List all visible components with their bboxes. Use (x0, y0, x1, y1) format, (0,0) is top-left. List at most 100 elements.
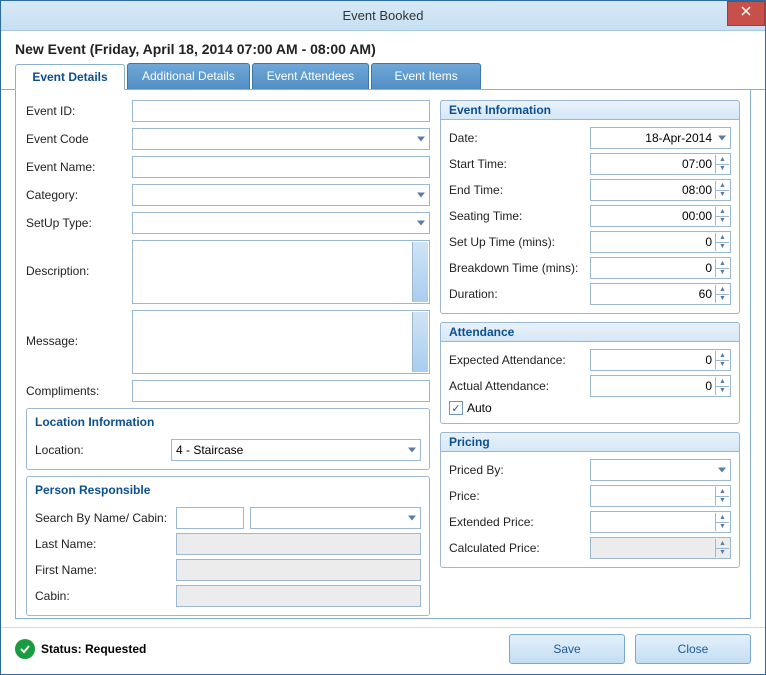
seating-time-spin[interactable]: 00:00▲▼ (590, 205, 731, 227)
end-time-label: End Time: (449, 183, 584, 197)
last-name-input (176, 533, 421, 555)
event-code-combo[interactable] (132, 128, 430, 150)
priced-by-label: Priced By: (449, 463, 584, 477)
actual-attendance-spin[interactable]: 0▲▼ (590, 375, 731, 397)
save-button[interactable]: Save (509, 634, 625, 664)
attendance-group: Attendance Expected Attendance:0▲▼ Actua… (440, 322, 740, 424)
setup-time-spin[interactable]: 0▲▼ (590, 231, 731, 253)
tab-additional-details[interactable]: Additional Details (127, 63, 250, 89)
scrollbar[interactable] (412, 312, 428, 372)
actual-value: 0 (705, 379, 712, 393)
expected-value: 0 (705, 353, 712, 367)
spin-down-icon[interactable]: ▼ (715, 217, 729, 226)
spin-up-icon[interactable]: ▲ (715, 155, 729, 165)
breakdown-time-value: 0 (705, 261, 712, 275)
start-time-label: Start Time: (449, 157, 584, 171)
event-name-label: Event Name: (26, 160, 126, 174)
event-id-label: Event ID: (26, 104, 126, 118)
date-combo[interactable]: 18-Apr-2014 (590, 127, 731, 149)
first-name-input (176, 559, 421, 581)
spin-down-icon[interactable]: ▼ (715, 387, 729, 396)
spin-up-icon[interactable]: ▲ (715, 233, 729, 243)
spin-up-icon[interactable]: ▲ (715, 285, 729, 295)
setup-type-combo[interactable] (132, 212, 430, 234)
category-combo[interactable] (132, 184, 430, 206)
tab-event-attendees[interactable]: Event Attendees (252, 63, 369, 89)
extended-price-spin[interactable]: ▲▼ (590, 511, 731, 533)
titlebar: Event Booked (1, 1, 765, 31)
cabin-input (176, 585, 421, 607)
event-information-title: Event Information (440, 100, 740, 120)
search-label: Search By Name/ Cabin: (35, 511, 170, 525)
category-label: Category: (26, 188, 126, 202)
setup-time-value: 0 (705, 235, 712, 249)
event-id-input[interactable] (132, 100, 430, 122)
message-textarea[interactable] (132, 310, 430, 374)
spin-up-icon[interactable]: ▲ (715, 351, 729, 361)
spin-down-icon[interactable]: ▼ (715, 523, 729, 532)
compliments-input[interactable] (132, 380, 430, 402)
status-indicator: Status: Requested (15, 639, 146, 659)
breakdown-time-spin[interactable]: 0▲▼ (590, 257, 731, 279)
actual-attendance-label: Actual Attendance: (449, 379, 584, 393)
spin-up-icon[interactable]: ▲ (715, 513, 729, 523)
spin-up-icon[interactable]: ▲ (715, 181, 729, 191)
tab-strip: Event Details Additional Details Event A… (1, 63, 765, 90)
calculated-price-label: Calculated Price: (449, 541, 584, 555)
description-textarea[interactable] (132, 240, 430, 304)
price-label: Price: (449, 489, 584, 503)
spin-down-icon: ▼ (715, 549, 729, 558)
start-time-value: 07:00 (682, 157, 712, 171)
spin-up-icon[interactable]: ▲ (715, 207, 729, 217)
event-booked-window: Event Booked New Event (Friday, April 18… (0, 0, 766, 675)
spin-down-icon[interactable]: ▼ (715, 243, 729, 252)
price-spin[interactable]: ▲▼ (590, 485, 731, 507)
expected-attendance-spin[interactable]: 0▲▼ (590, 349, 731, 371)
setup-type-label: SetUp Type: (26, 216, 126, 230)
message-label: Message: (26, 310, 126, 348)
search-by-name-combo[interactable] (250, 507, 421, 529)
seating-time-label: Seating Time: (449, 209, 584, 223)
tab-event-items[interactable]: Event Items (371, 63, 481, 89)
spin-up-icon[interactable]: ▲ (715, 377, 729, 387)
priced-by-combo[interactable] (590, 459, 731, 481)
location-combo[interactable]: 4 - Staircase (171, 439, 421, 461)
window-title: Event Booked (1, 8, 765, 23)
duration-spin[interactable]: 60▲▼ (590, 283, 731, 305)
scrollbar[interactable] (412, 242, 428, 302)
event-name-input[interactable] (132, 156, 430, 178)
compliments-label: Compliments: (26, 384, 126, 398)
calculated-price-spin: ▲▼ (590, 537, 731, 559)
description-label: Description: (26, 240, 126, 278)
spin-down-icon[interactable]: ▼ (715, 361, 729, 370)
duration-label: Duration: (449, 287, 584, 301)
checkbox-icon: ✓ (449, 401, 463, 415)
auto-checkbox[interactable]: ✓ Auto (449, 401, 731, 415)
spin-down-icon[interactable]: ▼ (715, 295, 729, 304)
seating-time-value: 00:00 (682, 209, 712, 223)
window-close-button[interactable] (727, 1, 765, 26)
page-title: New Event (Friday, April 18, 2014 07:00 … (1, 31, 765, 63)
end-time-value: 08:00 (682, 183, 712, 197)
check-circle-icon (15, 639, 35, 659)
location-label: Location: (35, 443, 165, 457)
start-time-spin[interactable]: 07:00▲▼ (590, 153, 731, 175)
spin-down-icon[interactable]: ▼ (715, 191, 729, 200)
status-text: Status: Requested (41, 642, 146, 656)
spin-down-icon[interactable]: ▼ (715, 165, 729, 174)
setup-time-label: Set Up Time (mins): (449, 235, 584, 249)
button-bar: Status: Requested Save Close (1, 627, 765, 674)
date-label: Date: (449, 131, 584, 145)
spin-up-icon: ▲ (715, 539, 729, 549)
spin-down-icon[interactable]: ▼ (715, 497, 729, 506)
close-button[interactable]: Close (635, 634, 751, 664)
tab-event-details[interactable]: Event Details (15, 64, 125, 90)
spin-down-icon[interactable]: ▼ (715, 269, 729, 278)
duration-value: 60 (699, 287, 712, 301)
person-responsible-group: Person Responsible Search By Name/ Cabin… (26, 476, 430, 616)
search-by-name-input[interactable] (176, 507, 244, 529)
person-group-title: Person Responsible (35, 483, 421, 497)
spin-up-icon[interactable]: ▲ (715, 487, 729, 497)
end-time-spin[interactable]: 08:00▲▼ (590, 179, 731, 201)
spin-up-icon[interactable]: ▲ (715, 259, 729, 269)
